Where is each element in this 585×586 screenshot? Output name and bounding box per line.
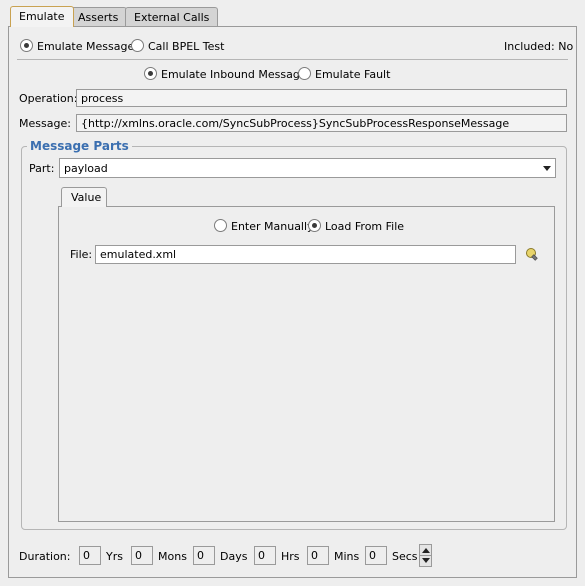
tab-external-calls-label: External Calls (134, 11, 210, 24)
tab-external-calls[interactable]: External Calls (125, 7, 219, 26)
call-bpel-test-radio[interactable]: Call BPEL Test (131, 39, 224, 53)
emulate-message-radio[interactable]: Emulate Message (20, 39, 134, 53)
enter-manually-label: Enter Manually (231, 220, 314, 233)
message-field: {http://xmlns.oracle.com/SyncSubProcess}… (76, 114, 567, 132)
arrow-down-icon[interactable] (422, 558, 430, 563)
operation-field: process (76, 89, 567, 107)
seconds-input[interactable]: 0 (365, 546, 387, 565)
years-unit: Yrs (106, 550, 123, 563)
message-parts-title: Message Parts (27, 139, 132, 153)
duration-label: Duration: (19, 550, 71, 563)
tab-value-label: Value (71, 191, 102, 204)
tab-asserts-label: Asserts (78, 11, 119, 24)
hours-unit: Hrs (281, 550, 300, 563)
emulate-inbound-radio[interactable]: Emulate Inbound Message (144, 67, 307, 81)
hours-input[interactable]: 0 (254, 546, 276, 565)
tab-asserts[interactable]: Asserts (69, 7, 128, 26)
part-dropdown-value: payload (64, 162, 108, 175)
seconds-unit: Secs (392, 550, 418, 563)
separator (17, 59, 568, 60)
operation-label: Operation: (19, 92, 78, 105)
load-from-file-radio[interactable]: Load From File (308, 219, 404, 233)
arrow-up-icon[interactable] (422, 548, 430, 553)
emulate-inbound-label: Emulate Inbound Message (161, 68, 307, 81)
tab-emulate[interactable]: Emulate (10, 6, 74, 27)
radio-unselected-icon (214, 219, 227, 232)
months-input[interactable]: 0 (131, 546, 153, 565)
radio-selected-icon (20, 39, 33, 52)
included-status: Included: No (504, 40, 574, 53)
flashlight-icon[interactable] (525, 247, 539, 261)
radio-selected-icon (144, 67, 157, 80)
emulate-message-label: Emulate Message (37, 40, 135, 53)
tab-value[interactable]: Value (61, 187, 107, 207)
spinner-divider (420, 555, 431, 556)
message-label: Message: (19, 117, 71, 130)
minutes-unit: Mins (334, 550, 360, 563)
file-input[interactable]: emulated.xml (95, 245, 516, 264)
months-unit: Mons (158, 550, 187, 563)
emulate-fault-radio[interactable]: Emulate Fault (298, 67, 390, 81)
part-dropdown[interactable]: payload (59, 158, 556, 178)
duration-spinner[interactable] (419, 544, 432, 567)
load-from-file-label: Load From File (325, 220, 405, 233)
emulate-fault-label: Emulate Fault (315, 68, 391, 81)
years-input[interactable]: 0 (79, 546, 101, 565)
chevron-down-icon (543, 166, 551, 171)
enter-manually-radio[interactable]: Enter Manually (214, 219, 314, 233)
days-input[interactable]: 0 (193, 546, 215, 565)
radio-selected-icon (308, 219, 321, 232)
tab-emulate-label: Emulate (19, 10, 65, 23)
radio-unselected-icon (298, 67, 311, 80)
call-bpel-test-label: Call BPEL Test (148, 40, 225, 53)
file-label: File: (70, 248, 93, 261)
minutes-input[interactable]: 0 (307, 546, 329, 565)
radio-unselected-icon (131, 39, 144, 52)
part-label: Part: (29, 162, 55, 175)
days-unit: Days (220, 550, 248, 563)
